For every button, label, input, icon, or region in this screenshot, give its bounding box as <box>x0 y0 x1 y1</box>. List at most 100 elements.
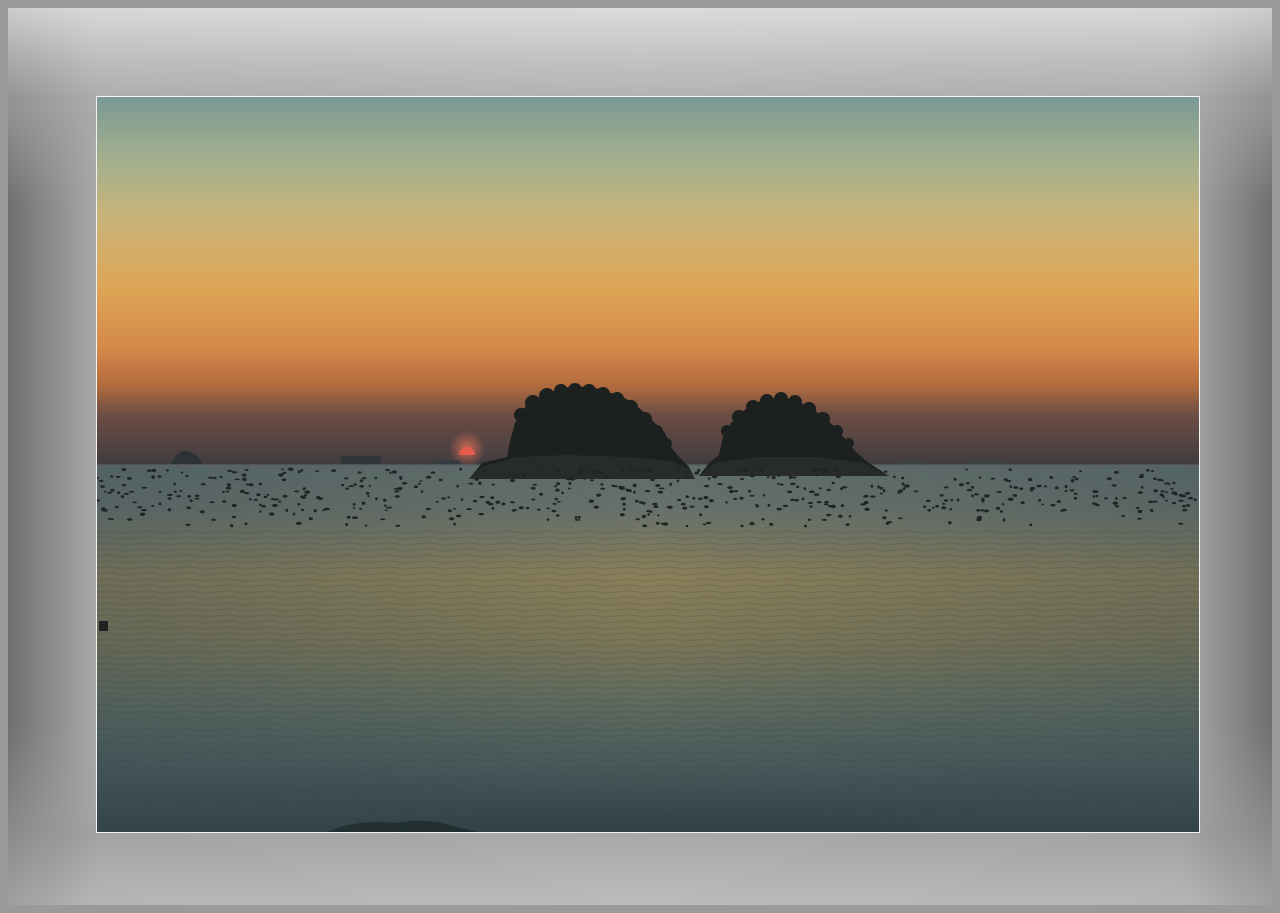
buoy <box>1173 493 1178 496</box>
buoy <box>749 494 755 497</box>
buoy <box>295 521 302 525</box>
buoy <box>555 514 560 517</box>
buoy <box>147 469 152 472</box>
buoy <box>522 474 526 479</box>
buoy <box>474 477 479 481</box>
buoy <box>809 505 813 508</box>
buoy <box>128 490 135 493</box>
buoy <box>244 468 249 471</box>
buoy <box>870 495 876 498</box>
buoy <box>635 518 640 521</box>
buoy <box>689 505 695 508</box>
buoy <box>697 468 701 472</box>
buoy <box>132 501 137 504</box>
buoy <box>870 484 874 488</box>
buoy <box>685 524 689 528</box>
buoy <box>394 490 400 493</box>
water-ripples <box>97 527 1199 832</box>
buoy <box>187 495 191 498</box>
buoy <box>705 521 712 525</box>
buoy <box>421 515 426 519</box>
buoy <box>941 506 947 510</box>
buoy <box>811 469 818 473</box>
buoy <box>1167 483 1171 485</box>
buoy <box>304 490 311 494</box>
buoy <box>114 506 119 509</box>
buoy <box>546 518 550 521</box>
buoy <box>749 474 755 478</box>
buoy <box>495 500 501 504</box>
buoy <box>435 500 439 503</box>
buoy <box>478 481 482 485</box>
lone-buoy <box>99 621 108 631</box>
distant-ship-small <box>434 460 460 464</box>
buoy <box>501 502 506 506</box>
buoy <box>317 497 324 500</box>
buoy <box>669 482 672 486</box>
buoy <box>189 499 193 503</box>
buoy <box>285 508 289 512</box>
buoy <box>352 503 356 506</box>
buoy <box>834 468 839 471</box>
buoy <box>139 512 146 516</box>
buoy <box>740 478 745 480</box>
buoy <box>632 483 637 488</box>
buoy <box>1079 470 1082 473</box>
buoy <box>790 482 796 486</box>
buoy <box>383 504 387 507</box>
buoy <box>939 494 944 497</box>
buoy <box>781 468 786 471</box>
buoy <box>979 509 985 512</box>
buoy <box>787 490 793 494</box>
buoy <box>282 471 287 474</box>
buoy <box>241 473 247 477</box>
buoy <box>803 487 807 490</box>
buoy <box>755 504 759 508</box>
buoy <box>199 510 205 514</box>
buoy <box>225 486 232 490</box>
buoy <box>984 509 990 513</box>
buoy <box>222 490 225 493</box>
buoy <box>244 522 248 526</box>
buoy <box>588 499 595 503</box>
buoy <box>518 506 524 510</box>
buoy <box>301 496 307 499</box>
buoy <box>973 493 980 496</box>
buoy <box>739 496 744 500</box>
buoy <box>1172 481 1176 485</box>
buoy <box>782 504 789 508</box>
buoy <box>966 488 973 492</box>
buoy <box>950 498 954 502</box>
buoy <box>622 507 626 511</box>
buoy <box>374 476 378 480</box>
buoy <box>749 522 755 526</box>
buoy <box>395 524 401 527</box>
buoy <box>658 487 665 490</box>
buoy <box>455 514 462 518</box>
buoy <box>1148 500 1154 503</box>
buoy <box>109 518 114 521</box>
buoy <box>621 469 624 473</box>
buoy <box>627 489 632 493</box>
buoy <box>273 498 279 501</box>
buoy <box>767 504 771 507</box>
buoy <box>353 483 357 486</box>
buoy <box>1170 488 1174 490</box>
buoy <box>717 483 723 486</box>
buoy <box>777 474 780 477</box>
buoy <box>123 492 130 495</box>
buoy <box>981 499 985 503</box>
buoy <box>230 524 234 528</box>
buoy <box>194 494 200 497</box>
buoy <box>1075 477 1079 481</box>
buoy <box>953 477 957 481</box>
buoy <box>200 483 206 486</box>
buoy <box>1140 486 1144 489</box>
buoy <box>762 494 766 497</box>
buoy <box>266 493 270 496</box>
buoy <box>287 467 294 471</box>
buoy <box>657 514 660 517</box>
buoy <box>359 485 365 488</box>
buoy <box>1184 492 1191 495</box>
buoy <box>757 469 763 472</box>
